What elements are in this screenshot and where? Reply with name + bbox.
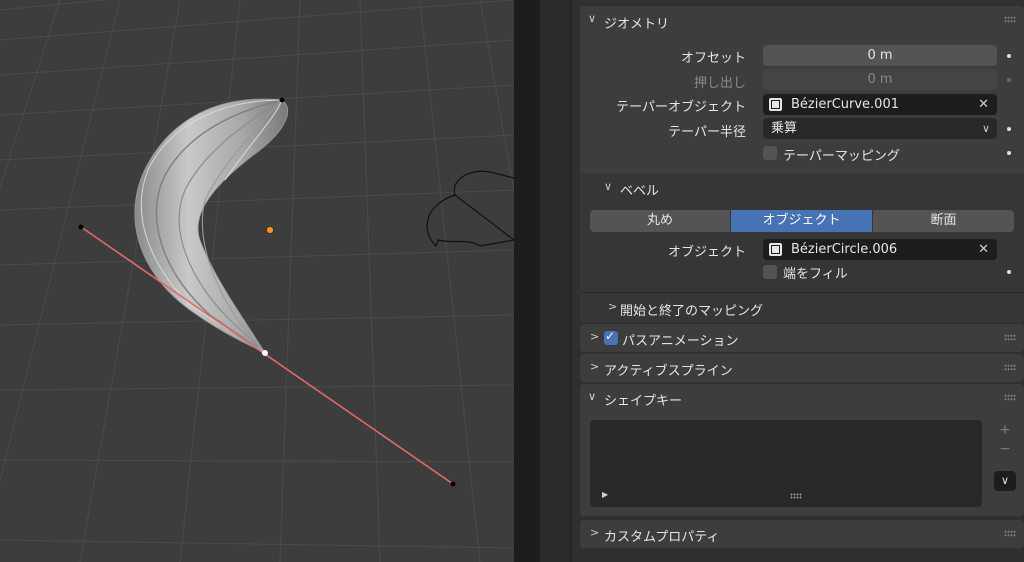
- bevel-mapping-title: 開始と終了のマッピング: [620, 304, 764, 319]
- chevron-right-icon: >: [590, 360, 600, 373]
- close-icon[interactable]: ✕: [978, 94, 989, 115]
- curve-object-icon: [769, 98, 782, 111]
- taper-mapping-checkbox[interactable]: [763, 146, 777, 160]
- bevel-subpanel-header[interactable]: ∨ ベベル: [580, 174, 1024, 202]
- curve-mesh: [134, 98, 289, 355]
- bevel-object-label: オブジェクト: [667, 245, 746, 260]
- bevel-object-field[interactable]: BézierCircle.006 ✕: [763, 239, 997, 260]
- curve-point-top[interactable]: [279, 97, 285, 103]
- drag-handle-icon[interactable]: [1004, 530, 1016, 537]
- bevel-subpanel: ∨ ベベル 丸め オブジェクト 断面 オブジェクト BézierCircle.0…: [580, 174, 1024, 322]
- curve-object-icon: [769, 243, 782, 256]
- shape-keys-panel-header[interactable]: ∨ シェイプキー: [580, 384, 1024, 412]
- play-icon[interactable]: ▶: [602, 490, 608, 499]
- active-spline-title: アクティブスプライン: [604, 364, 733, 379]
- bevel-subpanel-title: ベベル: [620, 184, 660, 199]
- offset-label: オフセット: [680, 51, 746, 66]
- active-spline-panel[interactable]: > アクティブスプライン: [580, 354, 1024, 382]
- shape-keys-list[interactable]: ▶: [590, 420, 982, 507]
- taper-radius-value: 乗算: [771, 121, 798, 136]
- 3d-viewport[interactable]: [0, 0, 514, 562]
- fill-caps-checkbox[interactable]: [763, 265, 777, 279]
- curve-point-end[interactable]: [450, 481, 456, 487]
- taper-radius-label: テーパー半径: [668, 125, 746, 140]
- remove-shape-key-button[interactable]: −: [994, 440, 1016, 458]
- floor-grid: [0, 0, 514, 562]
- taper-curve-line[interactable]: [80, 226, 454, 485]
- close-icon[interactable]: ✕: [978, 239, 989, 260]
- drag-handle-icon[interactable]: [1004, 364, 1016, 371]
- properties-editor: ∨ ジオメトリ オフセット 0 m 押し出し 0 m テーパーオブジェクト Bé…: [574, 0, 1024, 562]
- path-animation-title: パスアニメーション: [622, 334, 739, 349]
- taper-radius-keyframe-dot[interactable]: [1007, 127, 1011, 131]
- drag-handle-icon[interactable]: [1004, 334, 1016, 341]
- area-divider[interactable]: [514, 0, 540, 562]
- extrude-keyframe-dot[interactable]: [1007, 78, 1011, 82]
- geometry-panel-title: ジオメトリ: [604, 17, 670, 32]
- curve-point-start[interactable]: [78, 224, 84, 230]
- bevel-mode-round[interactable]: 丸め: [590, 210, 730, 232]
- chevron-right-icon: >: [590, 526, 600, 539]
- chevron-down-icon: ∨: [588, 12, 597, 25]
- custom-properties-panel[interactable]: > カスタムプロパティ: [580, 520, 1024, 548]
- chevron-right-icon: >: [608, 300, 618, 313]
- bevel-mapping-subpanel[interactable]: > 開始と終了のマッピング: [580, 292, 1024, 322]
- properties-tab-bar: [540, 0, 572, 562]
- viewport-canvas[interactable]: [0, 0, 514, 562]
- extrude-field[interactable]: 0 m: [763, 69, 997, 90]
- bevel-mode-profile[interactable]: 断面: [873, 210, 1014, 232]
- geometry-panel-header[interactable]: ∨ ジオメトリ: [580, 6, 1024, 34]
- chevron-down-icon: ∨: [604, 180, 613, 193]
- drag-handle-icon[interactable]: [1004, 394, 1016, 401]
- offset-keyframe-dot[interactable]: [1007, 54, 1011, 58]
- offset-field[interactable]: 0 m: [763, 45, 997, 66]
- list-resize-handle[interactable]: [790, 493, 802, 499]
- shape-keys-panel: ∨ シェイプキー ▶ + − ∨: [580, 384, 1024, 516]
- taper-mapping-label[interactable]: テーパーマッピング: [783, 145, 900, 164]
- fill-caps-keyframe-dot[interactable]: [1007, 270, 1011, 274]
- extrude-label: 押し出し: [693, 76, 746, 91]
- custom-properties-title: カスタムプロパティ: [604, 530, 720, 545]
- shape-key-specials-menu[interactable]: ∨: [994, 471, 1016, 491]
- bevel-object-value: BézierCircle.006: [791, 242, 898, 257]
- drag-handle-icon[interactable]: [1004, 16, 1016, 23]
- fill-caps-label[interactable]: 端をフィル: [783, 263, 848, 282]
- add-shape-key-button[interactable]: +: [994, 421, 1016, 439]
- taper-object-field[interactable]: BézierCurve.001 ✕: [763, 94, 997, 115]
- taper-mapping-keyframe-dot[interactable]: [1007, 151, 1011, 155]
- bezier-circle-outline: [426, 170, 514, 248]
- path-animation-checkbox[interactable]: [604, 329, 618, 345]
- curve-point-mid[interactable]: [262, 350, 268, 356]
- chevron-down-icon: ∨: [981, 122, 990, 135]
- bevel-mode-selector: 丸め オブジェクト 断面: [590, 210, 1014, 232]
- object-origin[interactable]: [266, 226, 274, 234]
- chevron-right-icon: >: [590, 330, 600, 343]
- taper-radius-select[interactable]: 乗算 ∨: [763, 118, 997, 139]
- geometry-panel: ∨ ジオメトリ オフセット 0 m 押し出し 0 m テーパーオブジェクト Bé…: [580, 6, 1024, 322]
- bevel-mode-object[interactable]: オブジェクト: [731, 210, 872, 232]
- taper-object-label: テーパーオブジェクト: [616, 100, 746, 115]
- chevron-down-icon: ∨: [588, 390, 597, 403]
- path-animation-panel[interactable]: > パスアニメーション: [580, 324, 1024, 352]
- shape-keys-title: シェイプキー: [604, 394, 683, 409]
- taper-object-value: BézierCurve.001: [791, 97, 899, 112]
